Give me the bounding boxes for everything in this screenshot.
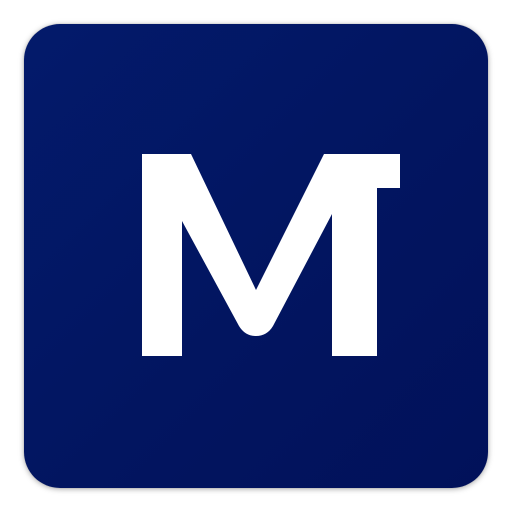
app-icon[interactable] (24, 24, 488, 488)
m-logo-glyph (142, 154, 400, 356)
icon-canvas (0, 0, 512, 512)
m-logo-icon (142, 154, 400, 356)
